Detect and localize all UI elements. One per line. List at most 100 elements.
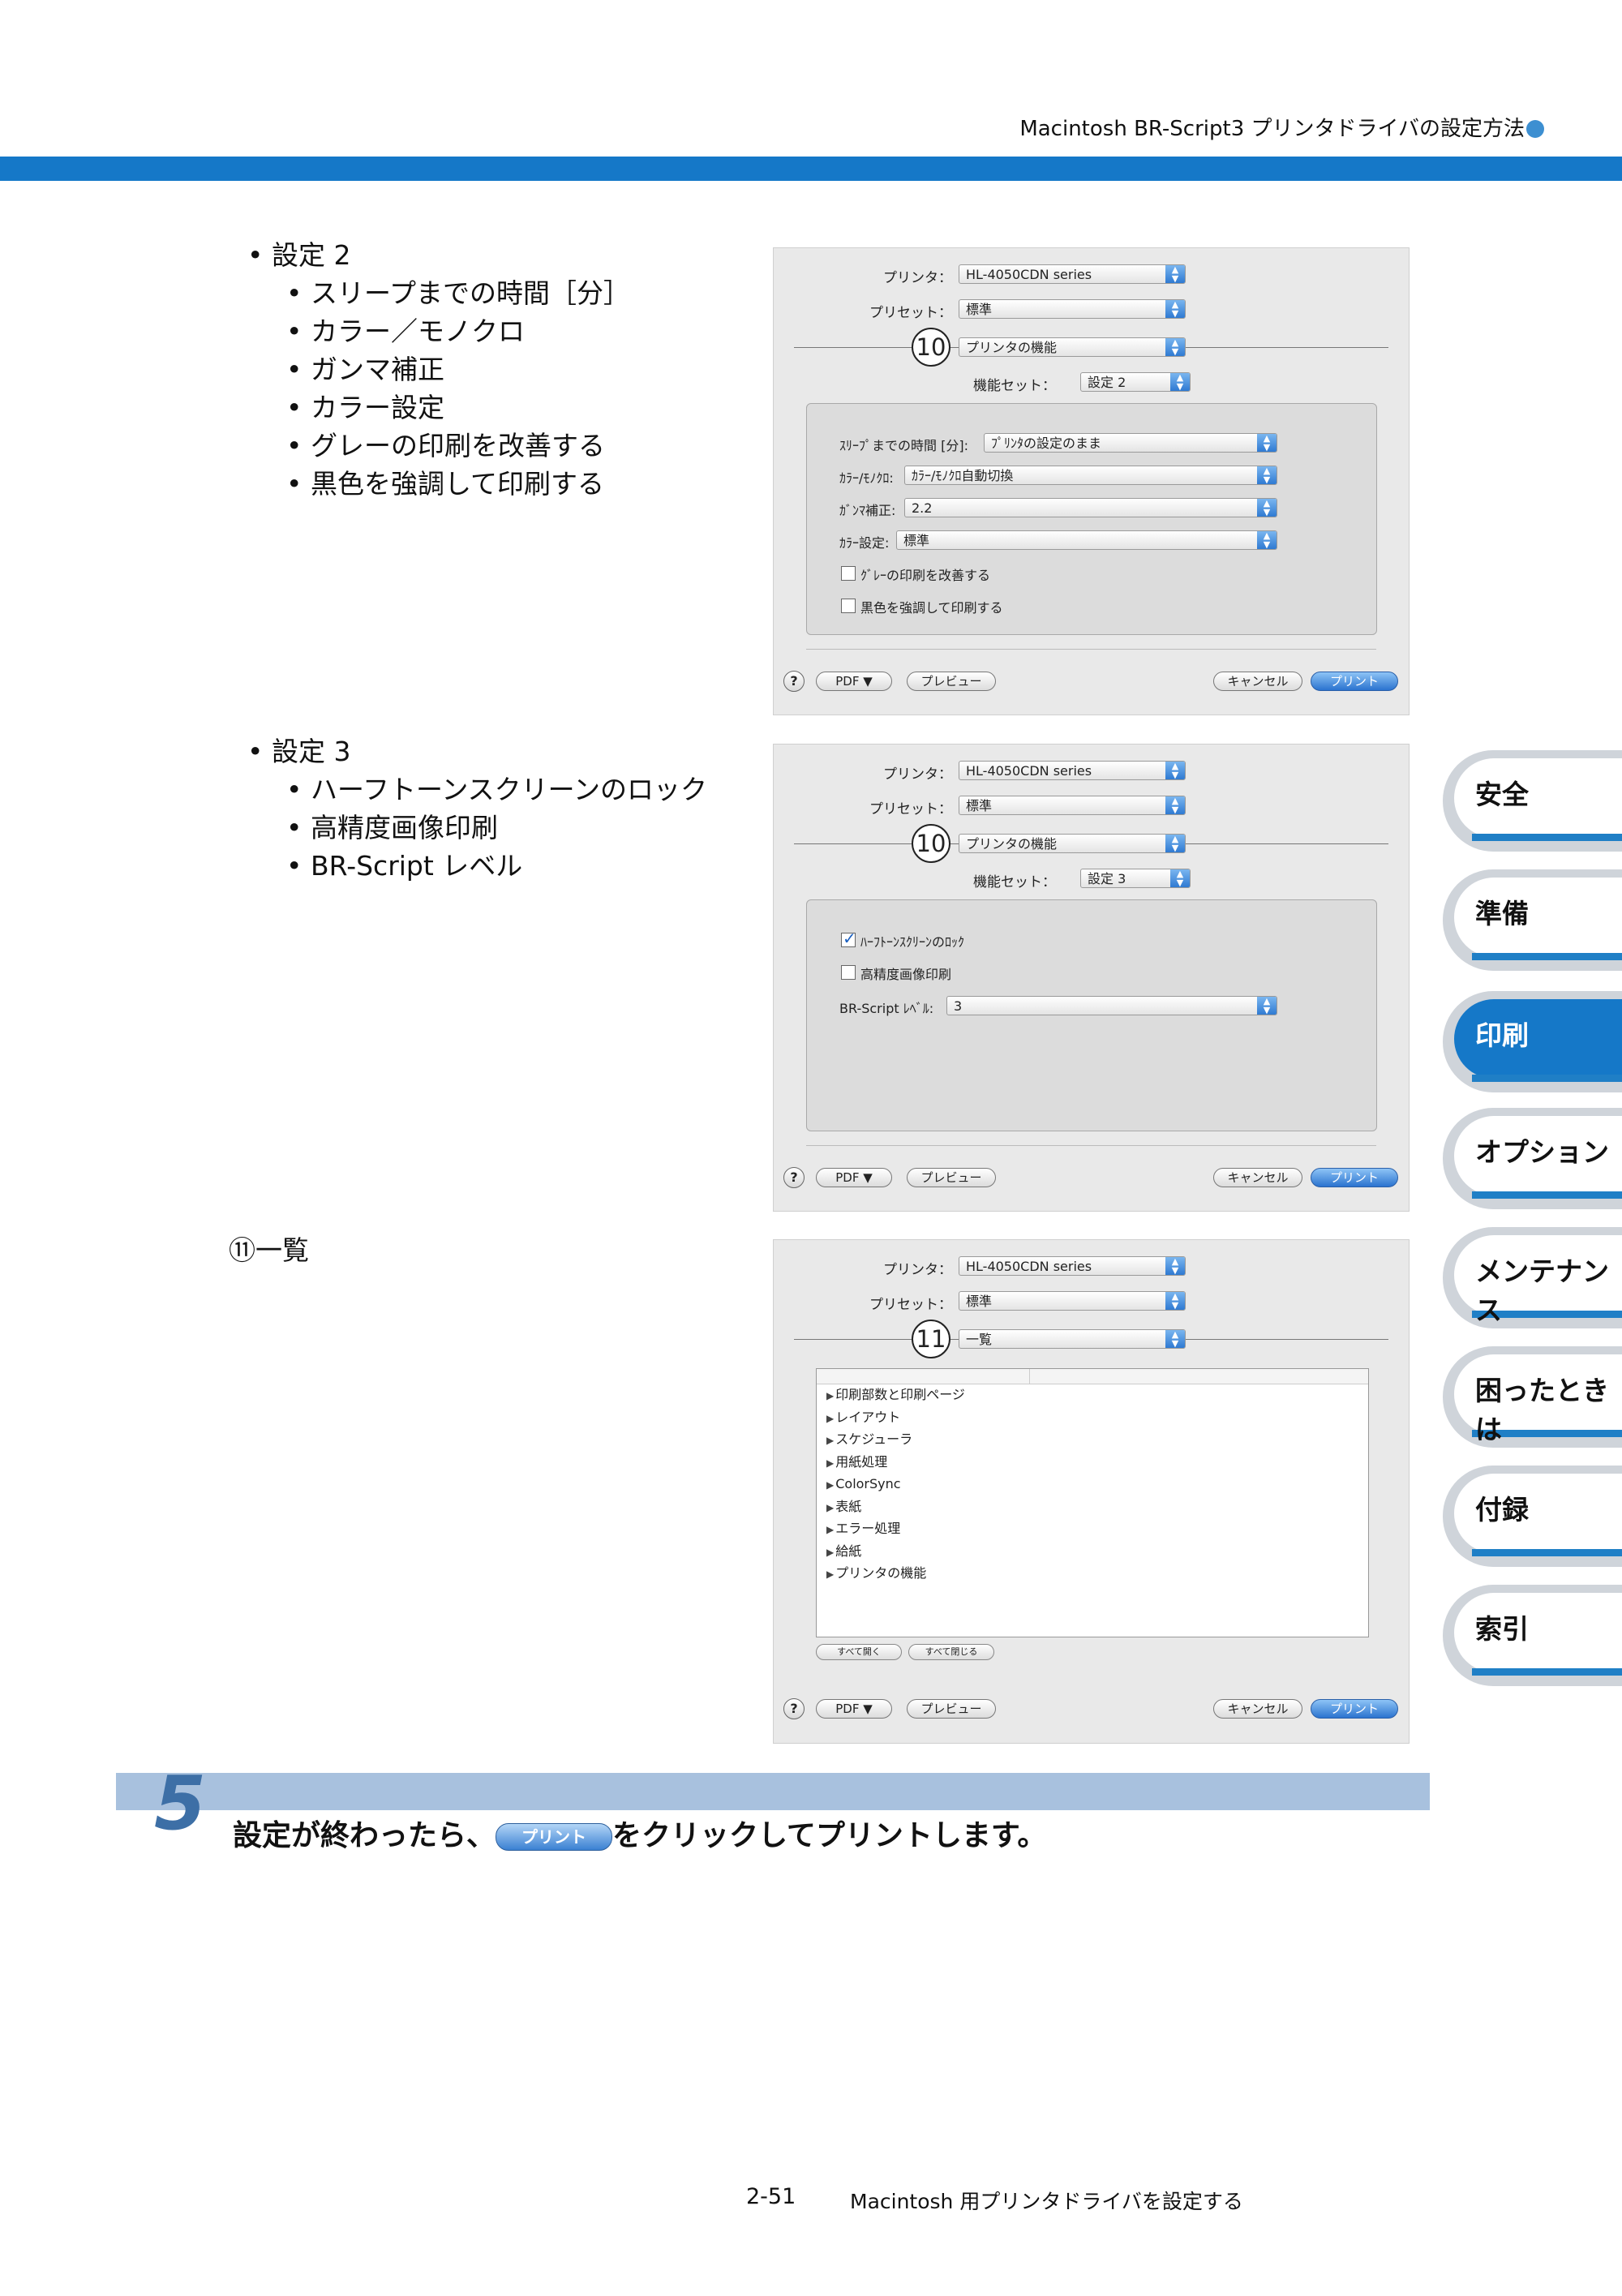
section2-bullets: 設定 2 スリープまでの時間［分］ カラー／モノクロ ガンマ補正 カラー設定 グ…: [247, 236, 630, 503]
summary-list[interactable]: 印刷部数と印刷ページ レイアウト スケジューラ 用紙処理 ColorSync 表…: [816, 1368, 1369, 1637]
sleep-popup[interactable]: ﾌﾟﾘﾝﾀの設定のまま ▲ ▼: [984, 433, 1277, 453]
popup-arrow-icon: ▲ ▼: [1165, 1257, 1185, 1275]
header-dot-icon: [1526, 120, 1544, 138]
bullet-item: カラー／モノクロ: [247, 312, 630, 350]
list-item[interactable]: プリンタの機能: [817, 1563, 1368, 1586]
black-emphasis-checkbox[interactable]: [841, 599, 856, 613]
help-button[interactable]: ?: [783, 1698, 805, 1719]
tab-troubleshooting[interactable]: 困ったときは: [1443, 1346, 1622, 1448]
preset-label: プリセット：: [869, 801, 952, 818]
expand-all-button[interactable]: すべて開く: [816, 1644, 902, 1660]
list-item[interactable]: エラー処理: [817, 1518, 1368, 1541]
pdf-button[interactable]: PDF ▼: [816, 1168, 892, 1187]
step-text-after: をクリックしてプリントします。: [612, 1819, 1047, 1852]
cancel-button[interactable]: キャンセル: [1213, 1699, 1302, 1719]
sleep-label: ｽﾘｰﾌﾟまでの時間 [分]:: [839, 438, 968, 453]
preset-popup[interactable]: 標準 ▲ ▼: [959, 796, 1186, 815]
preset-label: プリセット：: [869, 305, 952, 321]
printer-popup[interactable]: HL-4050CDN series ▲ ▼: [959, 761, 1186, 780]
tab-setup[interactable]: 準備: [1443, 869, 1622, 971]
feature-set-popup[interactable]: 設定 3 ▲ ▼: [1080, 869, 1191, 888]
panel-popup[interactable]: プリンタの機能 ▲ ▼: [959, 337, 1186, 357]
page-number: 2-51: [746, 2184, 796, 2209]
brscript-level-label: BR-Script ﾚﾍﾞﾙ:: [839, 1001, 934, 1016]
preset-popup[interactable]: 標準 ▲ ▼: [959, 1291, 1186, 1311]
running-header: Macintosh BR-Script3 プリンタドライバの設定方法: [1019, 112, 1544, 142]
tab-label: メンテナンス: [1475, 1255, 1609, 1326]
high-quality-image-checkbox[interactable]: [841, 965, 856, 980]
tab-label: 印刷: [1475, 1019, 1529, 1051]
cancel-button[interactable]: キャンセル: [1213, 672, 1302, 691]
popup-arrow-icon: ▲ ▼: [1165, 835, 1185, 852]
popup-arrow-icon: ▲ ▼: [1170, 373, 1190, 391]
printer-label: プリンタ：: [883, 270, 952, 286]
header-bar: [0, 157, 1622, 181]
preview-button[interactable]: プレビュー: [907, 1699, 996, 1719]
tab-label: 索引: [1475, 1613, 1529, 1645]
printer-popup[interactable]: HL-4050CDN series ▲ ▼: [959, 264, 1186, 284]
popup-arrow-icon: ▲ ▼: [1257, 531, 1277, 549]
running-header-title: Macintosh BR-Script3 プリンタドライバの設定方法: [1019, 117, 1525, 141]
step-instruction: 設定が終わったら、 プリント をクリックしてプリントします。: [233, 1812, 1046, 1854]
pdf-button[interactable]: PDF ▼: [816, 672, 892, 691]
step-text-before: 設定が終わったら、: [233, 1819, 496, 1852]
gamma-popup[interactable]: 2.2 ▲ ▼: [904, 498, 1277, 517]
popup-arrow-icon: ▲ ▼: [1257, 434, 1277, 452]
collapse-all-button[interactable]: すべて閉じる: [908, 1644, 994, 1660]
help-button[interactable]: ?: [783, 1167, 805, 1188]
callout-10: 10: [912, 328, 950, 367]
list-header: [817, 1369, 1368, 1384]
halftone-lock-checkbox[interactable]: [841, 929, 856, 948]
print-button[interactable]: プリント: [1311, 672, 1398, 691]
list-item[interactable]: 印刷部数と印刷ページ: [817, 1384, 1368, 1407]
footer-title: Macintosh 用プリンタドライバを設定する: [850, 2190, 1243, 2213]
print-button[interactable]: プリント: [1311, 1699, 1398, 1719]
tab-maintenance[interactable]: メンテナンス: [1443, 1227, 1622, 1328]
tab-options[interactable]: オプション: [1443, 1108, 1622, 1209]
color-setting-popup[interactable]: 標準 ▲ ▼: [896, 530, 1277, 550]
print-button[interactable]: プリント: [1311, 1168, 1398, 1187]
preview-button[interactable]: プレビュー: [907, 672, 996, 691]
list-item[interactable]: レイアウト: [817, 1407, 1368, 1430]
separator: [806, 649, 1376, 650]
feature-set-popup[interactable]: 設定 2 ▲ ▼: [1080, 372, 1191, 392]
panel-popup[interactable]: 一覧 ▲ ▼: [959, 1329, 1186, 1349]
list-item[interactable]: 給紙: [817, 1541, 1368, 1564]
color-mono-popup[interactable]: ｶﾗｰ/ﾓﾉｸﾛ自動切換 ▲ ▼: [904, 466, 1277, 485]
section11-label: ⑪一覧: [229, 1234, 309, 1266]
printer-popup[interactable]: HL-4050CDN series ▲ ▼: [959, 1256, 1186, 1276]
preset-popup[interactable]: 標準 ▲ ▼: [959, 299, 1186, 319]
black-emphasis-label: 黒色を強調して印刷する: [860, 600, 1003, 616]
tab-printing[interactable]: 印刷: [1443, 991, 1622, 1092]
preview-button[interactable]: プレビュー: [907, 1168, 996, 1187]
cancel-button[interactable]: キャンセル: [1213, 1168, 1302, 1187]
list-item[interactable]: ColorSync: [817, 1474, 1368, 1496]
popup-arrow-icon: ▲ ▼: [1257, 499, 1277, 517]
color-mono-label: ｶﾗｰ/ﾓﾉｸﾛ:: [839, 470, 894, 486]
section3-heading: 設定 3: [247, 732, 707, 770]
step-bar: [116, 1773, 1430, 1810]
callout-11: 11: [912, 1320, 950, 1358]
list-item[interactable]: 用紙処理: [817, 1452, 1368, 1474]
help-button[interactable]: ?: [783, 671, 805, 692]
printer-label: プリンタ：: [883, 1262, 952, 1278]
tab-safety[interactable]: 安全: [1443, 750, 1622, 852]
print-dialog-settings3: プリンタ： HL-4050CDN series ▲ ▼ プリセット： 標準 ▲ ▼ 10…: [773, 744, 1410, 1212]
pdf-button[interactable]: PDF ▼: [816, 1699, 892, 1719]
bullet-item: ガンマ補正: [247, 350, 630, 388]
popup-arrow-icon: ▲ ▼: [1165, 1292, 1185, 1310]
step-number: 5: [154, 1760, 207, 1847]
tab-index[interactable]: 索引: [1443, 1585, 1622, 1686]
popup-arrow-icon: ▲ ▼: [1165, 1330, 1185, 1348]
popup-arrow-icon: ▲ ▼: [1257, 466, 1277, 484]
gray-improve-checkbox[interactable]: [841, 566, 856, 581]
panel-popup[interactable]: プリンタの機能 ▲ ▼: [959, 834, 1186, 853]
color-setting-label: ｶﾗｰ設定:: [839, 535, 890, 551]
tab-appendix[interactable]: 付録: [1443, 1466, 1622, 1567]
list-item[interactable]: 表紙: [817, 1496, 1368, 1519]
bullet-item: ハーフトーンスクリーンのロック: [247, 770, 707, 809]
feature-set-label: 機能セット：: [973, 874, 1056, 891]
list-item[interactable]: スケジューラ: [817, 1429, 1368, 1452]
brscript-level-popup[interactable]: 3 ▲ ▼: [946, 996, 1277, 1015]
bullet-item: 黒色を強調して印刷する: [247, 465, 630, 503]
